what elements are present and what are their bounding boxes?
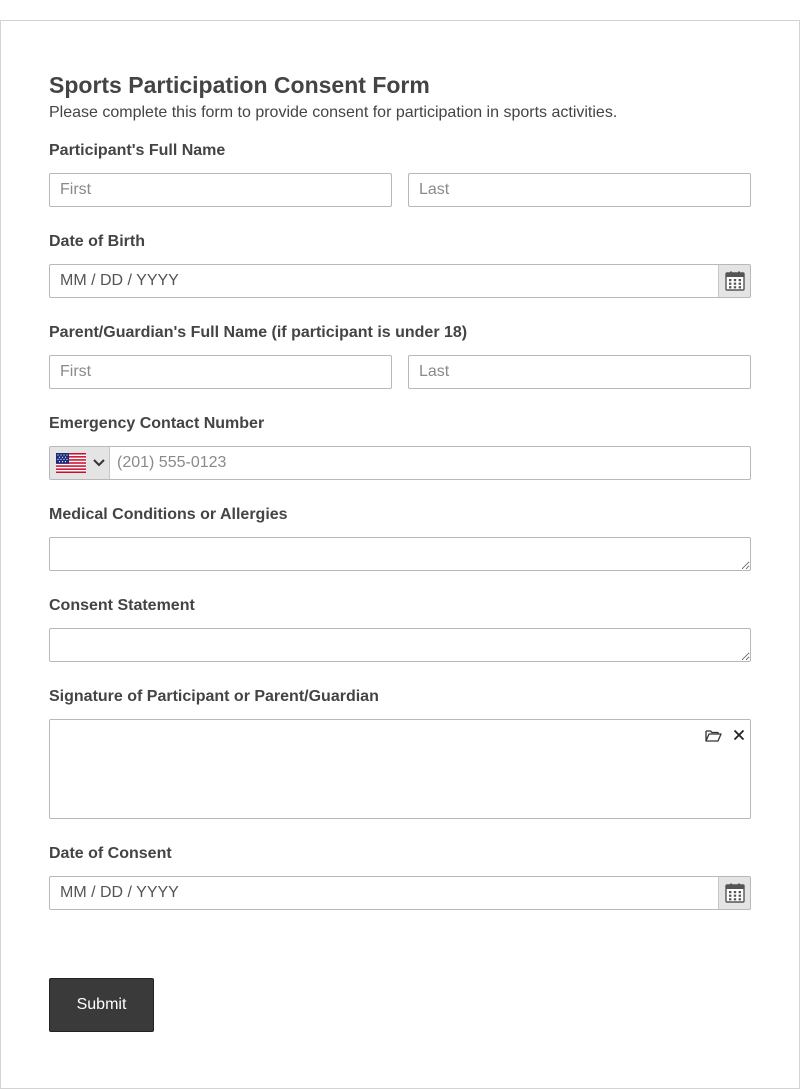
guardian-name-label: Parent/Guardian's Full Name (if particip… (49, 324, 468, 341)
date-of-consent-calendar-button[interactable] (718, 876, 751, 910)
consent-statement-label: Consent Statement (49, 597, 195, 614)
emergency-contact-label: Emergency Contact Number (49, 415, 265, 432)
guardian-first-name-input[interactable] (49, 355, 392, 389)
form-title: Sports Participation Consent Form (49, 72, 430, 98)
chevron-down-icon (93, 459, 105, 467)
folder-open-icon (704, 729, 722, 742)
form-subtitle: Please complete this form to provide con… (49, 104, 618, 121)
signature-pad[interactable] (49, 719, 751, 819)
country-code-select[interactable] (50, 447, 110, 479)
participant-first-name-input[interactable] (49, 173, 392, 207)
consent-statement-textarea[interactable] (49, 628, 751, 662)
calendar-icon (724, 883, 745, 903)
medical-conditions-label: Medical Conditions or Allergies (49, 506, 288, 523)
guardian-last-name-input[interactable] (408, 355, 751, 389)
date-of-consent-input[interactable] (49, 876, 719, 910)
date-of-birth-label: Date of Birth (49, 233, 145, 250)
signature-clear-button[interactable] (729, 725, 749, 745)
signature-upload-button[interactable] (703, 725, 723, 745)
participant-last-name-input[interactable] (408, 173, 751, 207)
emergency-phone-input[interactable] (110, 447, 750, 479)
signature-label: Signature of Participant or Parent/Guard… (49, 688, 379, 705)
phone-field (49, 446, 751, 480)
us-flag-icon (56, 453, 86, 473)
date-of-birth-input[interactable] (49, 264, 719, 298)
date-of-consent-label: Date of Consent (49, 845, 172, 862)
participant-name-label: Participant's Full Name (49, 142, 226, 159)
calendar-icon (724, 271, 745, 291)
close-icon (733, 729, 745, 741)
submit-button[interactable]: Submit (49, 978, 154, 1032)
medical-conditions-textarea[interactable] (49, 537, 751, 571)
date-of-birth-calendar-button[interactable] (718, 264, 751, 298)
